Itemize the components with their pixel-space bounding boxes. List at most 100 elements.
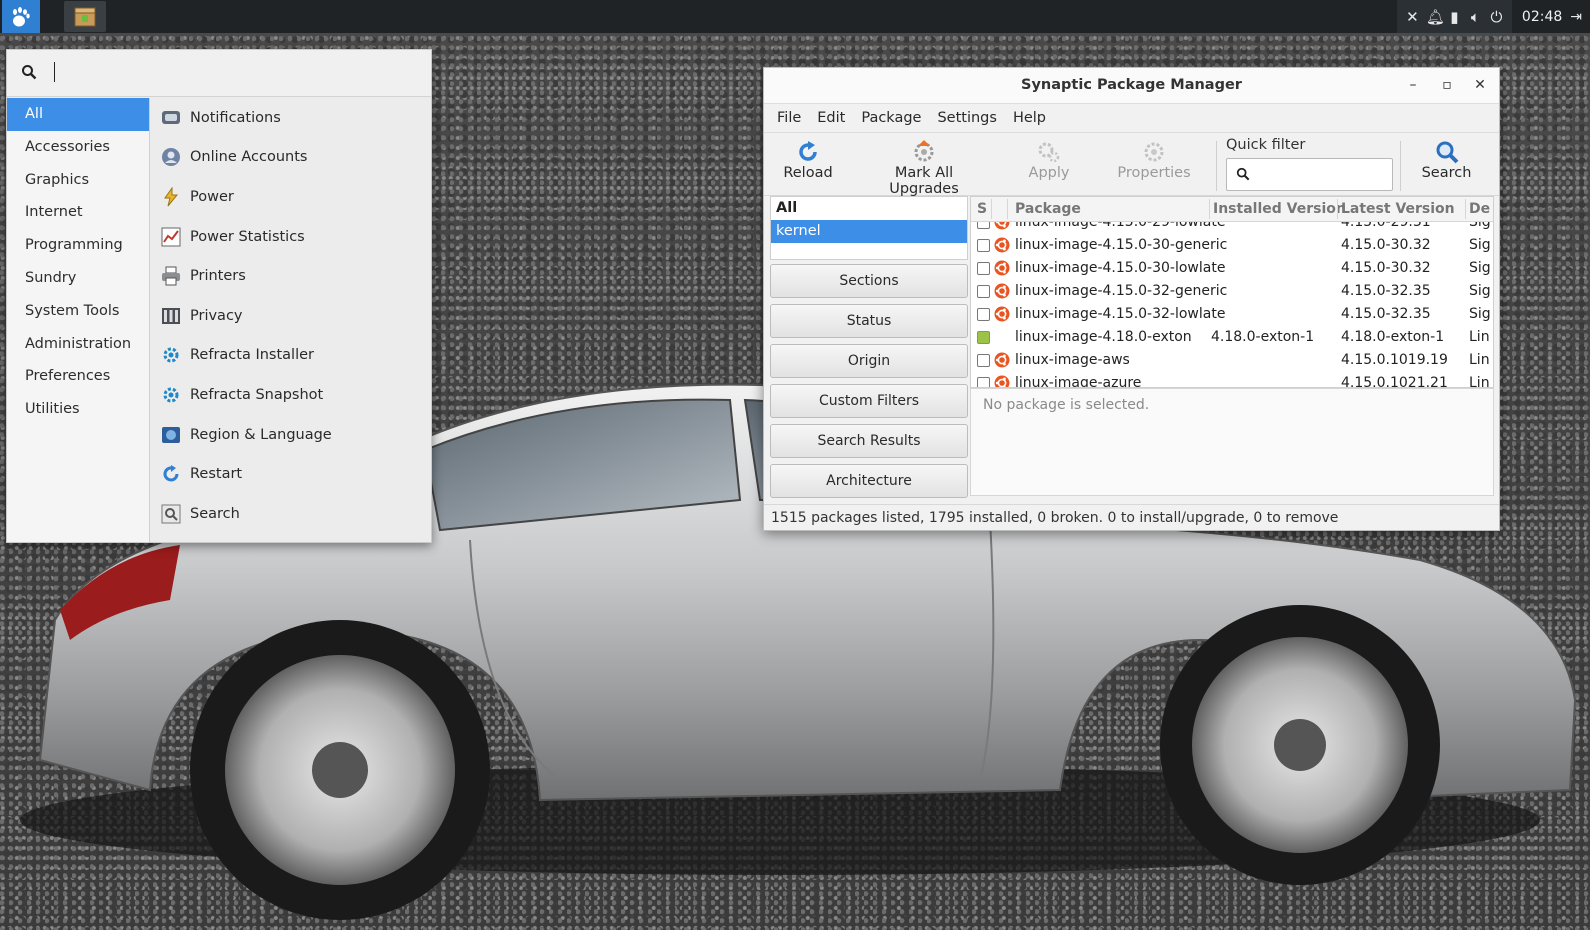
apps-list: Notifications Online Accounts Power Powe… [150, 98, 431, 542]
category-utilities[interactable]: Utilities [7, 393, 149, 426]
app-privacy[interactable]: Privacy [150, 296, 431, 336]
battery-icon[interactable]: ▮ [1447, 8, 1462, 26]
column-package[interactable]: Package [1015, 201, 1081, 217]
category-system-tools[interactable]: System Tools [7, 295, 149, 328]
package-name: linux-image-4.15.0-30-lowlate [1015, 260, 1226, 276]
menu-help[interactable]: Help [1013, 110, 1046, 126]
package-list: linux-image-4.15.0-29-lowlate 4.15.0-29.3… [970, 196, 1494, 388]
close-button[interactable]: ✕ [1471, 76, 1489, 94]
menu-settings[interactable]: Settings [937, 110, 996, 126]
package-row[interactable]: linux-image-aws 4.15.0.1019.19 Lin [971, 349, 1493, 372]
latest-version: 4.15.0.1019.19 [1341, 352, 1448, 368]
custom-filters-button[interactable]: Custom Filters [770, 384, 968, 418]
menu-search-input[interactable] [55, 58, 419, 88]
menu-file[interactable]: File [777, 110, 801, 126]
architecture-button[interactable]: Architecture [770, 464, 968, 498]
properties-label: Properties [1117, 165, 1191, 181]
package-description: Sig [1469, 283, 1491, 299]
window-title: Synaptic Package Manager [1021, 77, 1242, 93]
notification-bell-icon[interactable]: 🔔︎ [1426, 8, 1445, 26]
power-icon[interactable]: ⏻ [1489, 8, 1504, 26]
app-power-statistics[interactable]: Power Statistics [150, 217, 431, 257]
tray-icons: ✕ 🔔︎ ▮ 🔈︎ ⏻ [1396, 0, 1512, 33]
column-status[interactable]: S [977, 201, 987, 217]
properties-button[interactable]: Properties [1109, 139, 1199, 181]
category-all[interactable]: All [7, 98, 149, 131]
menu-package[interactable]: Package [861, 110, 921, 126]
package-checkbox[interactable] [977, 239, 990, 252]
search-results-button[interactable]: Search Results [770, 424, 968, 458]
package-checkbox[interactable] [977, 354, 990, 367]
search-icon [1236, 167, 1250, 181]
maximize-button[interactable]: ▫ [1438, 76, 1456, 94]
sections-button[interactable]: Sections [770, 264, 968, 298]
app-online-accounts[interactable]: Online Accounts [150, 138, 431, 178]
toolbar-separator [1400, 141, 1401, 191]
ubuntu-supported-icon [994, 352, 1010, 368]
column-description[interactable]: De [1469, 201, 1490, 217]
filter-all[interactable]: All [771, 197, 967, 220]
minimize-button[interactable]: – [1404, 76, 1422, 94]
ubuntu-supported-icon [994, 260, 1010, 276]
logout-icon[interactable]: ⇥ [1570, 9, 1590, 25]
toolbar: Reload Mark All Upgrades Apply Propertie… [764, 133, 1499, 197]
package-row[interactable]: linux-image-4.15.0-32-generic 4.15.0-32.3… [971, 280, 1493, 303]
app-label: Region & Language [190, 426, 332, 443]
package-checkbox[interactable] [977, 377, 990, 387]
taskbar-synaptic-button[interactable] [64, 1, 106, 32]
package-checkbox[interactable] [977, 262, 990, 275]
app-search[interactable]: Search [150, 494, 431, 534]
app-region-language[interactable]: Region & Language [150, 415, 431, 455]
quick-filter-input[interactable] [1255, 163, 1389, 187]
latest-version: 4.15.0-32.35 [1341, 306, 1431, 322]
mark-all-upgrades-button[interactable]: Mark All Upgrades [859, 139, 989, 197]
category-accessories[interactable]: Accessories [7, 131, 149, 164]
package-row[interactable]: linux-image-4.15.0-32-lowlate 4.15.0-32.3… [971, 303, 1493, 326]
app-label: Printers [190, 268, 246, 285]
app-refracta-installer[interactable]: Refracta Installer [150, 336, 431, 376]
menubar: File Edit Package Settings Help [764, 104, 1499, 133]
clock[interactable]: 02:48 [1512, 9, 1570, 25]
quick-filter-field[interactable] [1226, 158, 1393, 191]
menu-edit[interactable]: Edit [817, 110, 845, 126]
package-checkbox[interactable] [977, 285, 990, 298]
applications-menu-button[interactable] [2, 0, 40, 33]
latest-version: 4.18.0-exton-1 [1341, 329, 1445, 345]
column-latest-version[interactable]: Latest Version [1341, 201, 1455, 217]
category-list: All Accessories Graphics Internet Progra… [7, 98, 150, 542]
category-administration[interactable]: Administration [7, 328, 149, 361]
app-notifications[interactable]: Notifications [150, 98, 431, 138]
apply-button[interactable]: Apply [1019, 139, 1079, 181]
network-icon[interactable]: ✕ [1405, 8, 1420, 26]
status-button[interactable]: Status [770, 304, 968, 338]
reload-button[interactable]: Reload [776, 139, 840, 181]
volume-icon[interactable]: 🔈︎ [1468, 8, 1483, 26]
app-power[interactable]: Power [150, 177, 431, 217]
window-titlebar[interactable]: Synaptic Package Manager – ▫ ✕ [764, 68, 1499, 104]
category-preferences[interactable]: Preferences [7, 360, 149, 393]
origin-button[interactable]: Origin [770, 344, 968, 378]
installed-status-icon[interactable] [977, 331, 990, 344]
package-row[interactable]: linux-image-azure 4.15.0.1021.21 Lin [971, 372, 1493, 388]
latest-version: 4.15.0.1021.21 [1341, 375, 1448, 388]
app-printers[interactable]: Printers [150, 256, 431, 296]
package-icon [74, 7, 96, 26]
app-label: Power [190, 188, 234, 205]
package-row[interactable]: linux-image-4.18.0-exton 4.18.0-exton-1 4.… [971, 326, 1493, 349]
category-graphics[interactable]: Graphics [7, 164, 149, 197]
column-installed-version[interactable]: Installed Version [1213, 201, 1346, 217]
package-checkbox[interactable] [977, 308, 990, 321]
system-tray: ✕ 🔔︎ ▮ 🔈︎ ⏻ 02:48 ⇥ [1396, 0, 1590, 33]
filter-kernel[interactable]: kernel [771, 220, 967, 243]
package-row[interactable]: linux-image-4.15.0-30-generic 4.15.0-30.3… [971, 234, 1493, 257]
app-label: Online Accounts [190, 149, 308, 166]
notifications-icon [160, 107, 182, 129]
category-programming[interactable]: Programming [7, 229, 149, 262]
package-row[interactable]: linux-image-4.15.0-30-lowlate 4.15.0-30.3… [971, 257, 1493, 280]
package-name: linux-image-4.15.0-32-generic [1015, 283, 1228, 299]
category-sundry[interactable]: Sundry [7, 262, 149, 295]
search-button[interactable]: Search [1409, 139, 1484, 181]
app-refracta-snapshot[interactable]: Refracta Snapshot [150, 375, 431, 415]
app-restart[interactable]: Restart [150, 454, 431, 494]
category-internet[interactable]: Internet [7, 196, 149, 229]
